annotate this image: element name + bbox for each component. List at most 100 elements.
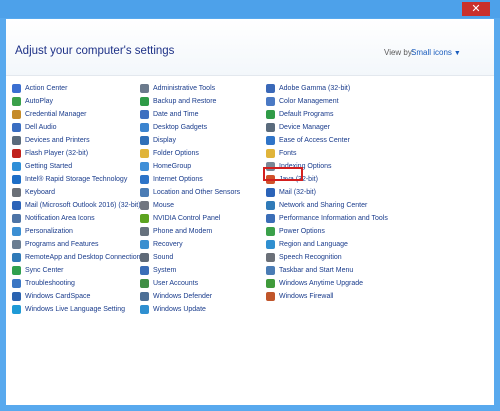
control-panel-item-label: Recovery	[153, 241, 183, 248]
control-panel-item[interactable]: Adobe Gamma (32-bit)	[266, 82, 396, 95]
display-icon	[140, 136, 149, 145]
control-panel-item[interactable]: NVIDIA Control Panel	[140, 212, 270, 225]
control-panel-item-label: Ease of Access Center	[279, 137, 350, 144]
defender-icon	[140, 292, 149, 301]
control-panel-item[interactable]: Personalization	[12, 225, 142, 238]
control-panel-item[interactable]: Speech Recognition	[266, 251, 396, 264]
power-icon	[266, 227, 275, 236]
control-panel-item[interactable]: Performance Information and Tools	[266, 212, 396, 225]
control-panel-item[interactable]: Mouse	[140, 199, 270, 212]
control-panel-item[interactable]: Devices and Printers	[12, 134, 142, 147]
intel-icon	[12, 175, 21, 184]
control-panel-item[interactable]: Mail (32-bit)	[266, 186, 396, 199]
control-panel-item[interactable]: Sync Center	[12, 264, 142, 277]
control-panel-item[interactable]: Windows Live Language Setting	[12, 303, 142, 316]
control-panel-item[interactable]: Keyboard	[12, 186, 142, 199]
control-panel-item[interactable]: Sound	[140, 251, 270, 264]
control-panel-item[interactable]: System	[140, 264, 270, 277]
control-panel-item[interactable]: Windows Defender	[140, 290, 270, 303]
fonts-icon	[266, 149, 275, 158]
control-panel-item[interactable]: AutoPlay	[12, 95, 142, 108]
control-panel-item[interactable]: Backup and Restore	[140, 95, 270, 108]
control-panel-item[interactable]: Action Center	[12, 82, 142, 95]
control-panel-item-label: Folder Options	[153, 150, 199, 157]
sound-icon	[140, 253, 149, 262]
control-panel-item[interactable]: Administrative Tools	[140, 82, 270, 95]
control-panel-item[interactable]: Notification Area Icons	[12, 212, 142, 225]
control-panel-item[interactable]: Taskbar and Start Menu	[266, 264, 396, 277]
control-panel-item-label: Flash Player (32-bit)	[25, 150, 89, 157]
control-panel-item[interactable]: Troubleshooting	[12, 277, 142, 290]
performance-icon	[266, 214, 275, 223]
control-panel-item[interactable]: Ease of Access Center	[266, 134, 396, 147]
control-panel-item[interactable]: Folder Options	[140, 147, 270, 160]
close-button[interactable]: ✕	[462, 2, 490, 16]
control-panel-item[interactable]: Phone and Modem	[140, 225, 270, 238]
control-panel-item[interactable]: Programs and Features	[12, 238, 142, 251]
homegroup-icon	[140, 162, 149, 171]
control-panel-item[interactable]: Flash Player (32-bit)	[12, 147, 142, 160]
control-panel-item[interactable]: Windows CardSpace	[12, 290, 142, 303]
title-bar[interactable]: ✕	[0, 0, 500, 18]
control-panel-item[interactable]: Date and Time	[140, 108, 270, 121]
control-panel-item[interactable]: User Accounts	[140, 277, 270, 290]
control-panel-item-label: Color Management	[279, 98, 339, 105]
control-panel-item[interactable]: Mail (Microsoft Outlook 2016) (32-bit)	[12, 199, 142, 212]
color-icon	[266, 97, 275, 106]
control-panel-item-label: Speech Recognition	[279, 254, 342, 261]
control-panel-item[interactable]: Windows Update	[140, 303, 270, 316]
control-panel-item[interactable]: Desktop Gadgets	[140, 121, 270, 134]
view-by-dropdown[interactable]: Small icons ▼	[411, 48, 461, 57]
control-panel-item[interactable]: Display	[140, 134, 270, 147]
control-panel-item[interactable]: Getting Started	[12, 160, 142, 173]
printer-icon	[12, 136, 21, 145]
control-panel-item[interactable]: HomeGroup	[140, 160, 270, 173]
control-panel-item-label: Programs and Features	[25, 241, 99, 248]
control-panel-item-label: Windows Firewall	[279, 293, 334, 300]
audio-icon	[12, 123, 21, 132]
control-panel-item[interactable]: Device Manager	[266, 121, 396, 134]
view-by-value[interactable]: Small icons	[411, 48, 452, 57]
remote-icon	[12, 253, 21, 262]
control-panel-item[interactable]: Color Management	[266, 95, 396, 108]
control-panel-item-label: Windows Live Language Setting	[25, 306, 126, 313]
control-panel-item-label: Mouse	[153, 202, 175, 209]
gadgets-icon	[140, 123, 149, 132]
control-panel-item[interactable]: Recovery	[140, 238, 270, 251]
control-panel-item[interactable]: Windows Anytime Upgrade	[266, 277, 396, 290]
items-column-3: Adobe Gamma (32-bit) Color Management Defa…	[266, 82, 396, 303]
control-panel-item-label: AutoPlay	[25, 98, 54, 105]
control-panel-item-label: Administrative Tools	[153, 85, 216, 92]
autoplay-icon	[12, 97, 21, 106]
speech-icon	[266, 253, 275, 262]
control-panel-item-label: Default Programs	[279, 111, 334, 118]
control-panel-item[interactable]: Internet Options	[140, 173, 270, 186]
troubleshoot-icon	[12, 279, 21, 288]
control-panel-item[interactable]: Dell Audio	[12, 121, 142, 134]
control-panel-item-label: System	[153, 267, 177, 274]
control-panel-item[interactable]: Fonts	[266, 147, 396, 160]
control-panel-item[interactable]: Region and Language	[266, 238, 396, 251]
control-panel-item[interactable]: Windows Firewall	[266, 290, 396, 303]
recovery-icon	[140, 240, 149, 249]
language-icon	[12, 305, 21, 314]
control-panel-item-label: Sound	[153, 254, 174, 261]
nvidia-icon	[140, 214, 149, 223]
control-panel-item[interactable]: Default Programs	[266, 108, 396, 121]
getting-started-icon	[12, 162, 21, 171]
control-panel-item[interactable]: Network and Sharing Center	[266, 199, 396, 212]
credential-icon	[12, 110, 21, 119]
control-panel-item[interactable]: RemoteApp and Desktop Connections	[12, 251, 144, 264]
control-panel-item-label: Credential Manager	[25, 111, 87, 118]
flag-icon	[12, 84, 21, 93]
control-panel-item[interactable]: Location and Other Sensors	[140, 186, 270, 199]
control-panel-item-label: Troubleshooting	[25, 280, 75, 287]
control-panel-item-label: Backup and Restore	[153, 98, 217, 105]
flash-icon	[12, 149, 21, 158]
control-panel-item-label: Date and Time	[153, 111, 199, 118]
control-panel-item-label: User Accounts	[153, 280, 199, 287]
page-title: Adjust your computer's settings	[15, 45, 175, 57]
control-panel-item[interactable]: Credential Manager	[12, 108, 142, 121]
control-panel-item[interactable]: Intel® Rapid Storage Technology	[12, 173, 142, 186]
control-panel-item[interactable]: Power Options	[266, 225, 396, 238]
